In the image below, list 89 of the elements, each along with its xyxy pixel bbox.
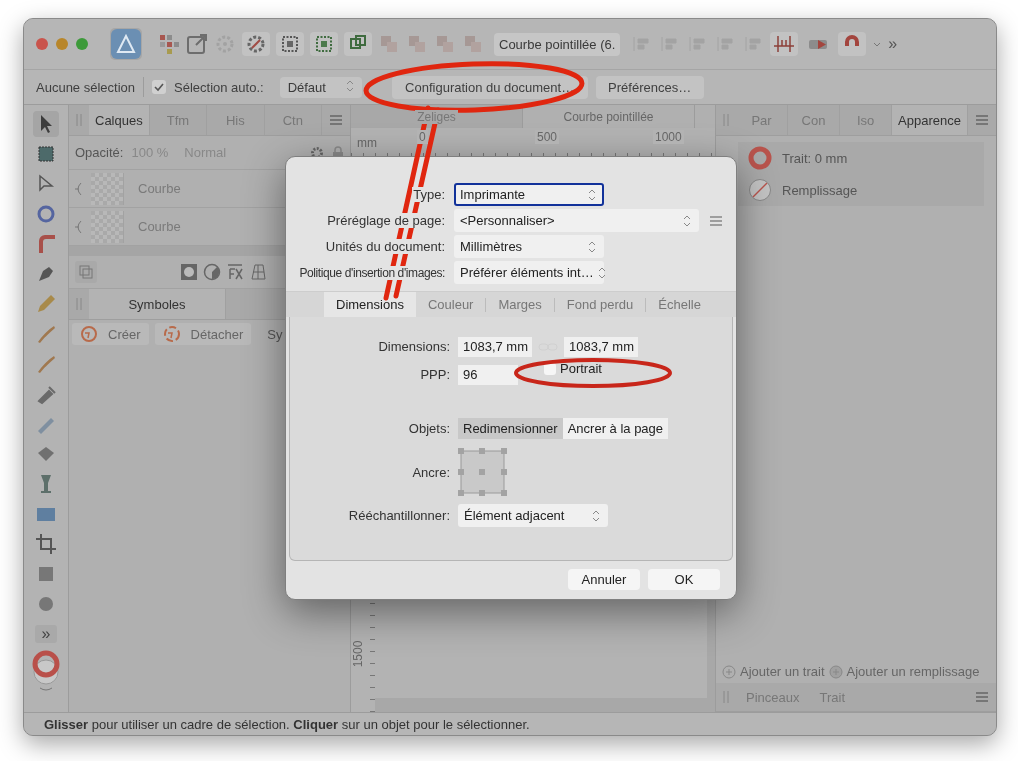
add-button[interactable]: Ajouter un remplissage (828, 664, 980, 679)
crop-icon[interactable] (33, 531, 59, 557)
height-field[interactable]: 1083,7 mm (564, 336, 638, 357)
curve-node-icon (73, 219, 83, 234)
plus-circle-icon (722, 664, 736, 679)
minimize-button[interactable] (56, 38, 68, 50)
updown-arrows-icon (592, 509, 600, 522)
select-field[interactable]: Millimètres (454, 235, 604, 258)
updown-arrows-icon (683, 214, 691, 227)
panel-tab[interactable]: Calques (89, 105, 150, 135)
updown-arrows-icon (588, 188, 596, 201)
dialog-tab[interactable]: Dimensions (324, 292, 416, 317)
stroke-swatch-icon[interactable] (748, 146, 772, 170)
dotted-grid-icon[interactable] (310, 32, 338, 56)
appearance-label: Trait: 0 mm (782, 150, 848, 166)
updown-arrows-icon (345, 79, 354, 92)
field-label: Ancre: (411, 464, 450, 480)
portrait-label: Portrait (560, 361, 602, 376)
ruler-label: 0 (417, 130, 428, 144)
status-text: Glisser pour utiliser un cadre de sélection. Cliquer sur un objet pour le sélectionner. (44, 716, 530, 732)
adjustment-icon[interactable] (202, 263, 221, 281)
dialog-button[interactable]: Annuler (568, 569, 640, 590)
menu-icon[interactable] (975, 114, 989, 126)
symbol-icon (80, 325, 98, 343)
field-label: Dimensions: (377, 339, 450, 354)
magnet-icon[interactable] (838, 32, 867, 56)
selection-label: Aucune sélection (36, 79, 135, 95)
add-button[interactable]: Ajouter un trait (722, 664, 825, 679)
opacity-label: Opacité: (75, 145, 124, 160)
ruler-label: 500 (535, 130, 560, 144)
appearance-label: Remplissage (782, 182, 858, 198)
menu-icon[interactable] (709, 214, 723, 227)
close-button[interactable] (36, 38, 48, 50)
unit-label: mm (357, 136, 377, 150)
symbol-icon (162, 325, 181, 343)
field-label: Rééchantillonner: (347, 508, 450, 523)
dialog-tab[interactable]: Fond perdu (554, 292, 646, 317)
auto-select-label: Sélection auto.: (174, 79, 264, 95)
dialog-tab[interactable]: Échelle (646, 292, 713, 317)
field-label: Unités du document: (324, 239, 446, 254)
field-label: Préréglage de page: (326, 213, 446, 228)
select-field[interactable]: <Personnaliser> (454, 209, 699, 232)
sync-label: Sy (267, 326, 283, 342)
overlap-squares-icon[interactable] (344, 32, 372, 56)
document-tab[interactable]: Courbe pointillée (523, 105, 695, 128)
panel-tab[interactable]: Symboles (89, 289, 226, 319)
dpi-field[interactable]: 96 (458, 364, 518, 385)
segment-button[interactable]: Redimensionner (458, 418, 563, 439)
menu-icon[interactable] (329, 114, 343, 126)
ruler-label: 1500 (351, 640, 366, 668)
curve-node-icon (73, 181, 83, 196)
field-label: PPP: (419, 367, 450, 382)
select-field[interactable]: Préférer éléments int… (454, 261, 604, 284)
field-label: Objets: (407, 421, 450, 436)
field-label: Politique d'insertion d'images: (298, 265, 446, 280)
resample-select[interactable]: Élément adjacent (458, 504, 608, 527)
export-icon[interactable] (186, 33, 208, 55)
auto-select-checkbox[interactable] (152, 80, 166, 94)
plus-circle-icon (828, 664, 843, 679)
ruler-label: 1000 (653, 130, 684, 144)
dotted-grid-icon[interactable] (276, 32, 304, 56)
mask-icon[interactable] (179, 263, 198, 281)
mesh-icon[interactable] (248, 263, 267, 281)
updown-arrows-icon (588, 240, 596, 253)
field-label: Type: (412, 187, 446, 202)
layers-icon[interactable] (75, 261, 97, 283)
zoom-button[interactable] (76, 38, 88, 50)
dialog-tab[interactable]: Marges (486, 292, 554, 317)
gear-icon[interactable] (242, 32, 270, 56)
panel-tab[interactable]: Apparence (892, 105, 968, 135)
pointer-icon[interactable] (33, 111, 59, 137)
effects-icon[interactable] (225, 263, 244, 281)
mode-dropdown[interactable]: Défaut (279, 76, 362, 98)
overflow-button[interactable]: » (888, 35, 898, 53)
no-fill-swatch-icon[interactable] (748, 178, 772, 202)
dialog-tab[interactable]: Couleur (415, 292, 486, 317)
symbol-button[interactable]: Détacher (154, 323, 252, 345)
app-icon[interactable] (110, 28, 142, 60)
document-label: Courbe pointillée (6. (494, 32, 621, 56)
anchor-grid-icon[interactable] (458, 448, 508, 496)
toolbar-button[interactable]: Configuration du document… (391, 75, 588, 99)
updown-arrows-icon (597, 266, 606, 279)
symbol-button[interactable]: Créer (72, 323, 149, 345)
menu-icon[interactable] (975, 691, 989, 703)
select-field[interactable]: Imprimante (454, 183, 604, 206)
toolbar-button[interactable]: Préférences… (595, 75, 704, 99)
more-tools-button[interactable]: » (34, 625, 58, 643)
dialog-button[interactable]: OK (648, 569, 720, 590)
width-field[interactable]: 1083,7 mm (458, 336, 532, 357)
